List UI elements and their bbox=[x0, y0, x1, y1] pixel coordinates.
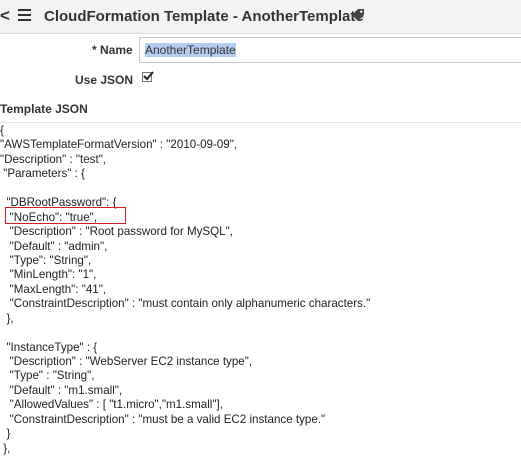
code-line: "Parameters" : { bbox=[0, 167, 85, 181]
hamburger-menu-icon[interactable] bbox=[18, 9, 31, 21]
code-line: "ConstraintDescription" : "must contain … bbox=[0, 297, 371, 311]
code-line: "Description" : "WebServer EC2 instance … bbox=[0, 355, 253, 368]
name-input-value[interactable]: AnotherTemplate bbox=[145, 43, 236, 57]
required-marker: * bbox=[92, 43, 97, 57]
code-line: "InstanceType" : { bbox=[0, 340, 98, 354]
code-line: "MinLength": "1", bbox=[0, 268, 97, 282]
code-line: "DBRootPassword": { bbox=[0, 196, 117, 210]
page-header: < CloudFormation Template - AnotherTempl… bbox=[0, 0, 521, 34]
name-label: * Name bbox=[92, 42, 133, 58]
code-line: "AWSTemplateFormatVersion" : "2010-09-09… bbox=[0, 138, 238, 152]
code-line: } bbox=[0, 427, 11, 441]
code-line: "NoEcho": "true", bbox=[0, 210, 98, 224]
code-line: }, bbox=[0, 311, 14, 325]
code-line: "Description" : "Root password for MySQL… bbox=[0, 225, 233, 239]
code-line: }, bbox=[0, 441, 11, 455]
chevron-left-icon[interactable]: < bbox=[0, 6, 10, 26]
tag-icon[interactable] bbox=[351, 8, 365, 22]
code-line: "AllowedValues" : [ "t1.micro","m1.small… bbox=[0, 398, 223, 412]
divider bbox=[0, 122, 521, 123]
page-title: CloudFormation Template - AnotherTemplat… bbox=[44, 8, 364, 25]
code-line: "Description" : "test", bbox=[0, 152, 107, 166]
name-input[interactable]: AnotherTemplate bbox=[139, 37, 521, 63]
code-line: "Type": "String", bbox=[0, 253, 92, 267]
use-json-label: Use JSON bbox=[75, 73, 134, 87]
template-json-heading: Template JSON bbox=[0, 102, 88, 116]
name-label-text: Name bbox=[100, 43, 133, 57]
code-line: "Default" : "admin", bbox=[0, 239, 108, 253]
code-line: "ConstraintDescription" : "must be a val… bbox=[0, 412, 326, 426]
code-line: "Default" : "m1.small", bbox=[0, 383, 123, 397]
code-line: "Type" : "String", bbox=[0, 369, 95, 383]
template-json-editor[interactable]: {"AWSTemplateFormatVersion" : "2010-09-0… bbox=[0, 124, 521, 456]
use-json-checkbox[interactable] bbox=[142, 71, 154, 82]
code-line: { bbox=[0, 124, 4, 137]
code-line: "MaxLength": "41", bbox=[0, 282, 107, 296]
checkmark-icon bbox=[143, 71, 154, 81]
